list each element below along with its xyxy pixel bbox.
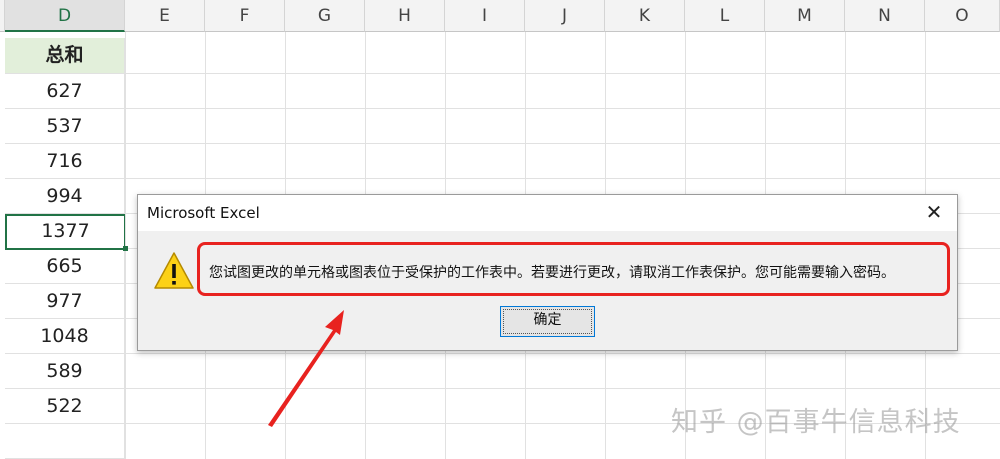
close-icon[interactable]: ✕ [923, 201, 945, 223]
warning-icon [154, 252, 194, 289]
protected-sheet-dialog: Microsoft Excel ✕ 您试图更改的单元格或图表位于受保护的工作表中… [137, 194, 958, 351]
watermark: 知乎 @百事牛信息科技 [671, 407, 961, 438]
annotation-highlight-box [197, 242, 950, 296]
ok-button[interactable]: 确定 [500, 306, 595, 337]
dialog-titlebar[interactable]: Microsoft Excel ✕ [138, 195, 957, 231]
fill-handle[interactable] [123, 246, 128, 251]
dialog-title: Microsoft Excel [147, 204, 260, 222]
focus-ring [503, 309, 592, 334]
